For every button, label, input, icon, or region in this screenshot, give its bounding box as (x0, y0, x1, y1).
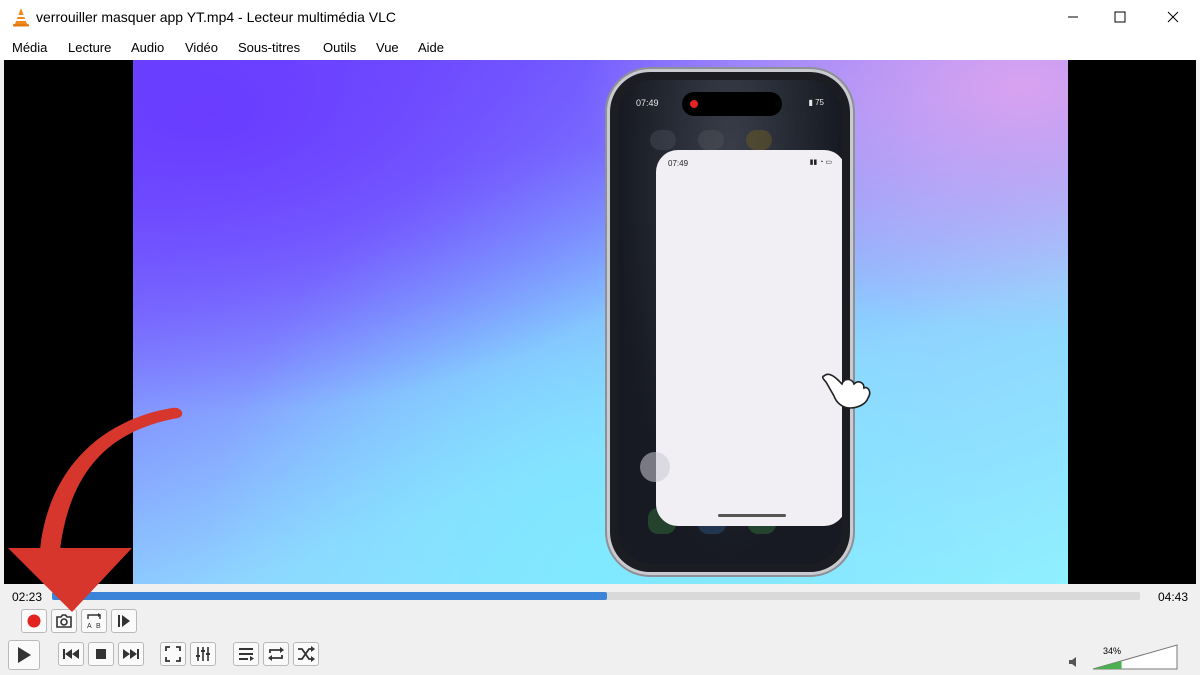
previous-button[interactable] (58, 642, 84, 666)
loop-button[interactable] (263, 642, 289, 666)
shuffle-button[interactable] (293, 642, 319, 666)
pointing-hand-icon (822, 373, 871, 409)
card-time: 07:49 (668, 159, 689, 168)
phone-screen: 07:49 ▮ 75 07:49 ▮▮ ◔ ▭ (618, 80, 842, 564)
stop-icon (96, 649, 106, 659)
phone-mockup: 07:49 ▮ 75 07:49 ▮▮ ◔ ▭ (610, 72, 871, 572)
window-title: verrouiller masquer app YT.mp4 - Lecteur… (36, 9, 397, 25)
dynamic-island (682, 92, 782, 116)
vlc-cone-icon (13, 8, 29, 27)
total-time: 04:43 (1158, 590, 1189, 604)
home-indicator (718, 514, 786, 517)
minimize-icon (1068, 16, 1078, 18)
menu-vue[interactable]: Vue (376, 40, 399, 55)
assistive-touch-icon (640, 452, 670, 482)
menu-sous-titres[interactable]: Sous-titres (238, 40, 300, 55)
blurred-app-icon (650, 130, 676, 150)
red-arrow-annotation (8, 407, 183, 612)
fullscreen-button[interactable] (160, 642, 186, 666)
play-icon (18, 647, 31, 663)
shuffle-icon (298, 646, 315, 662)
menu-video[interactable]: Vidéo (185, 40, 218, 55)
battery-level: 75 (815, 98, 824, 107)
volume-slider[interactable] (1092, 644, 1178, 670)
menu-audio[interactable]: Audio (131, 40, 164, 55)
blurred-app-icon (746, 130, 772, 150)
extended-settings-button[interactable] (190, 642, 216, 666)
close-button[interactable] (1150, 0, 1196, 34)
maximize-button[interactable] (1097, 0, 1143, 34)
phone-time: 07:49 (636, 98, 659, 108)
playlist-icon (239, 648, 254, 661)
minimize-button[interactable] (1050, 0, 1096, 34)
play-button[interactable] (8, 640, 40, 670)
seek-slider[interactable] (52, 592, 1140, 600)
vlc-window: verrouiller masquer app YT.mp4 - Lecteur… (0, 0, 1200, 675)
next-icon (123, 649, 139, 659)
title-bar: verrouiller masquer app YT.mp4 - Lecteur… (0, 0, 1200, 34)
card-status-icons: ▮▮ ◔ ▭ (809, 159, 832, 166)
app-switcher-card: 07:49 ▮▮ ◔ ▭ (656, 150, 842, 526)
phone-battery: ▮ 75 (808, 98, 824, 107)
recording-dot-icon (690, 100, 698, 108)
speaker-icon[interactable] (1068, 656, 1080, 668)
blurred-app-icon (698, 130, 724, 150)
menu-media[interactable]: Média (12, 40, 47, 55)
previous-icon (63, 649, 79, 659)
fullscreen-icon (165, 646, 181, 662)
loop-icon (268, 647, 284, 661)
equalizer-icon (196, 647, 210, 661)
next-button[interactable] (118, 642, 144, 666)
menu-lecture[interactable]: Lecture (68, 40, 111, 55)
menu-bar: Média Lecture Audio Vidéo Sous-titres Ou… (0, 34, 1200, 60)
stop-button[interactable] (88, 642, 114, 666)
video-frame: 07:49 ▮ 75 07:49 ▮▮ ◔ ▭ (133, 60, 1068, 584)
menu-outils[interactable]: Outils (323, 40, 356, 55)
playlist-button[interactable] (233, 642, 259, 666)
close-icon (1167, 11, 1179, 23)
menu-aide[interactable]: Aide (418, 40, 444, 55)
volume-fill (1093, 660, 1122, 669)
maximize-icon (1114, 11, 1126, 23)
